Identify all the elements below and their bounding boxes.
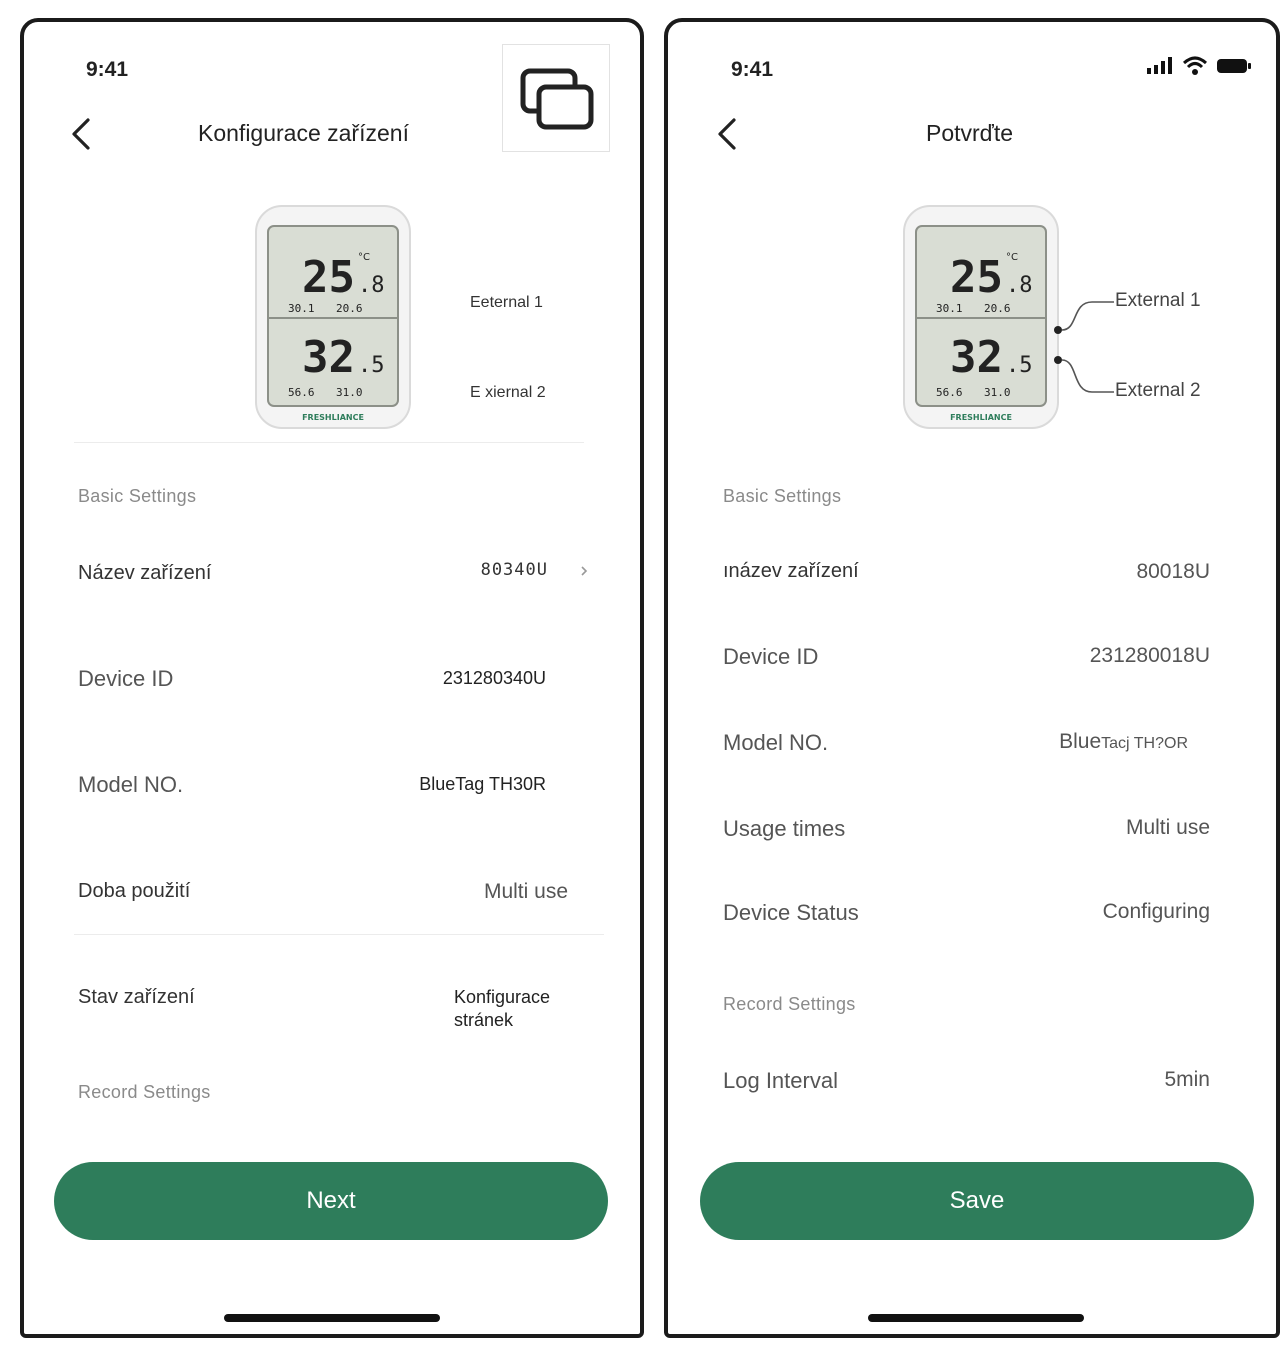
home-indicator	[224, 1314, 440, 1322]
chevron-right-icon[interactable]	[579, 564, 589, 578]
external-2-label: External 2	[1115, 380, 1201, 401]
lcd-hum-dec: .5	[358, 353, 385, 378]
back-chevron-icon[interactable]	[714, 116, 740, 152]
home-indicator	[868, 1314, 1084, 1322]
save-button[interactable]: Save	[700, 1162, 1254, 1240]
row-value-model: BlueTacj TH?OR	[1059, 730, 1188, 753]
lcd-temp-dec: .8	[358, 273, 385, 298]
page-title: Potvrďte	[926, 120, 1014, 146]
external-1-label: Eeternal 1	[470, 294, 543, 311]
row-value-device-name[interactable]: 80018U	[1136, 560, 1210, 584]
copy-icon	[520, 68, 594, 130]
row-value-device-status: Configuring	[1102, 900, 1210, 923]
row-value-device-name[interactable]: 80340U	[481, 560, 548, 580]
section-basic-settings: Basic Settings	[723, 486, 842, 506]
device-brand: FRESHLIANCE	[302, 413, 364, 422]
lcd-small-2: 20.6	[336, 302, 363, 315]
section-basic-settings: Basic Settings	[78, 486, 197, 506]
row-label-device-id: Device ID	[78, 666, 174, 691]
row-label-device-name: Název zařízení	[78, 562, 212, 584]
signal-icon	[1147, 57, 1172, 74]
row-label-model: Model NO.	[78, 772, 184, 797]
lcd-hum-main: 32	[950, 332, 1003, 383]
phone-screen-configuration: 9:41 Konfigurace zařízení 25 .8 °C 30.1 …	[20, 18, 644, 1338]
lcd-small-4: 31.0	[984, 386, 1011, 399]
lcd-small-3: 56.6	[936, 386, 963, 399]
device-image: 25 .8 °C 30.1 20.6 32 .5 56.6 31.0 FRESH…	[902, 202, 1132, 437]
row-label-usage: Doba použití	[78, 880, 191, 902]
next-button[interactable]: Next	[54, 1162, 608, 1240]
battery-icon	[1217, 59, 1251, 73]
external-2-connector	[1061, 359, 1114, 393]
device-brand: FRESHLIANCE	[950, 413, 1012, 422]
device-image: 25 .8 °C 30.1 20.6 32 .5 56.6 31.0 FRESH…	[254, 202, 414, 437]
row-value-device-id: 231280018U	[1089, 644, 1210, 667]
row-label-log-interval: Log Interval	[723, 1068, 838, 1093]
row-value-device-id: 231280340U	[442, 668, 546, 688]
divider	[74, 934, 604, 935]
row-value-device-status: Konfigurace stránek	[454, 987, 551, 1030]
lcd-small-2: 20.6	[984, 302, 1011, 315]
section-record-settings: Record Settings	[723, 994, 856, 1014]
row-label-device-name: ınázev zařízení	[723, 560, 859, 582]
probe-port-2	[1054, 356, 1062, 364]
row-value-model: BlueTag TH30R	[419, 774, 546, 794]
row-label-device-status: Device Status	[723, 900, 859, 925]
status-icons	[1146, 56, 1252, 76]
lcd-small-1: 30.1	[936, 302, 963, 315]
external-1-label: External 1	[1115, 290, 1201, 311]
lcd-small-1: 30.1	[288, 302, 315, 315]
row-label-usage: Usage times	[723, 816, 846, 841]
external-2-label: E xiernal 2	[470, 384, 546, 401]
lcd-temp-main: 25	[950, 252, 1003, 303]
section-record-settings: Record Settings	[78, 1082, 211, 1102]
row-value-log-interval[interactable]: 5min	[1164, 1068, 1210, 1092]
row-value-usage: Multi use	[1125, 816, 1210, 839]
row-label-model: Model NO.	[723, 730, 829, 755]
status-time: 9:41	[731, 58, 774, 81]
lcd-temp-main: 25	[302, 252, 355, 303]
wifi-icon	[1182, 56, 1208, 75]
lcd-temp-dec: .8	[1006, 273, 1033, 298]
lcd-hum-main: 32	[302, 332, 355, 383]
row-label-device-status: Stav zařízení	[78, 986, 195, 1008]
back-chevron-icon[interactable]	[68, 116, 94, 152]
lcd-temp-unit: °C	[358, 252, 370, 263]
lcd-small-3: 56.6	[288, 386, 315, 399]
divider	[74, 442, 584, 443]
probe-port-1	[1054, 326, 1062, 334]
copy-button[interactable]	[502, 44, 610, 152]
lcd-temp-unit: °C	[1006, 252, 1018, 263]
row-label-device-id: Device ID	[723, 644, 819, 669]
phone-screen-confirm: 9:41 Potvrďte 25 .8 °C 30.1 20.6 32 .5 5…	[664, 18, 1280, 1338]
lcd-small-4: 31.0	[336, 386, 363, 399]
page-title: Konfigurace zařízení	[198, 120, 409, 146]
lcd-hum-dec: .5	[1006, 353, 1033, 378]
status-time: 9:41	[86, 58, 129, 81]
external-1-connector	[1061, 301, 1114, 331]
row-value-usage: Multi use	[483, 880, 568, 903]
